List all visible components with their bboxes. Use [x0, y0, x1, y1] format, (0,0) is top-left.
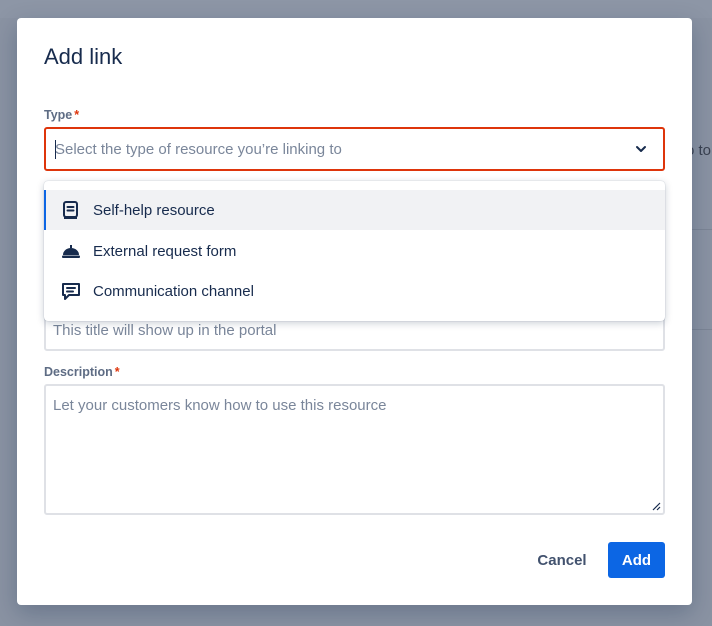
required-asterisk: *	[74, 108, 80, 122]
service-bell-icon	[62, 245, 80, 258]
dialog-title: Add link	[44, 44, 123, 69]
type-dropdown-menu: Self-help resource External request form…	[44, 181, 665, 321]
background-divider	[692, 329, 712, 330]
menu-item-self-help-resource[interactable]: Self-help resource	[44, 190, 665, 230]
type-label: Type *	[44, 108, 79, 122]
book-icon	[63, 201, 78, 219]
resize-handle-icon[interactable]	[651, 501, 661, 511]
title-input-placeholder: This title will show up in the portal	[53, 322, 277, 339]
chevron-down-icon[interactable]	[633, 141, 649, 157]
background-header	[0, 0, 712, 18]
text-caret	[55, 140, 56, 159]
menu-item-label: Self-help resource	[93, 201, 215, 219]
add-button[interactable]: Add	[608, 542, 665, 578]
menu-item-label: Communication channel	[93, 282, 254, 300]
chat-icon	[62, 283, 80, 300]
type-select[interactable]: Select the type of resource you’re linki…	[44, 127, 665, 171]
cancel-button[interactable]: Cancel	[527, 542, 597, 578]
menu-item-external-request-form[interactable]: External request form	[44, 231, 665, 271]
description-label: Description *	[44, 365, 120, 379]
menu-item-label: External request form	[93, 242, 237, 260]
description-textarea[interactable]: Let your customers know how to use this …	[44, 384, 665, 515]
description-placeholder: Let your customers know how to use this …	[53, 397, 387, 414]
required-asterisk: *	[114, 365, 120, 379]
description-label-text: Description	[44, 365, 113, 379]
menu-item-communication-channel[interactable]: Communication channel	[44, 271, 665, 311]
background-divider	[692, 229, 712, 230]
type-label-text: Type	[44, 108, 73, 122]
type-select-placeholder: Select the type of resource you’re linki…	[55, 141, 342, 158]
